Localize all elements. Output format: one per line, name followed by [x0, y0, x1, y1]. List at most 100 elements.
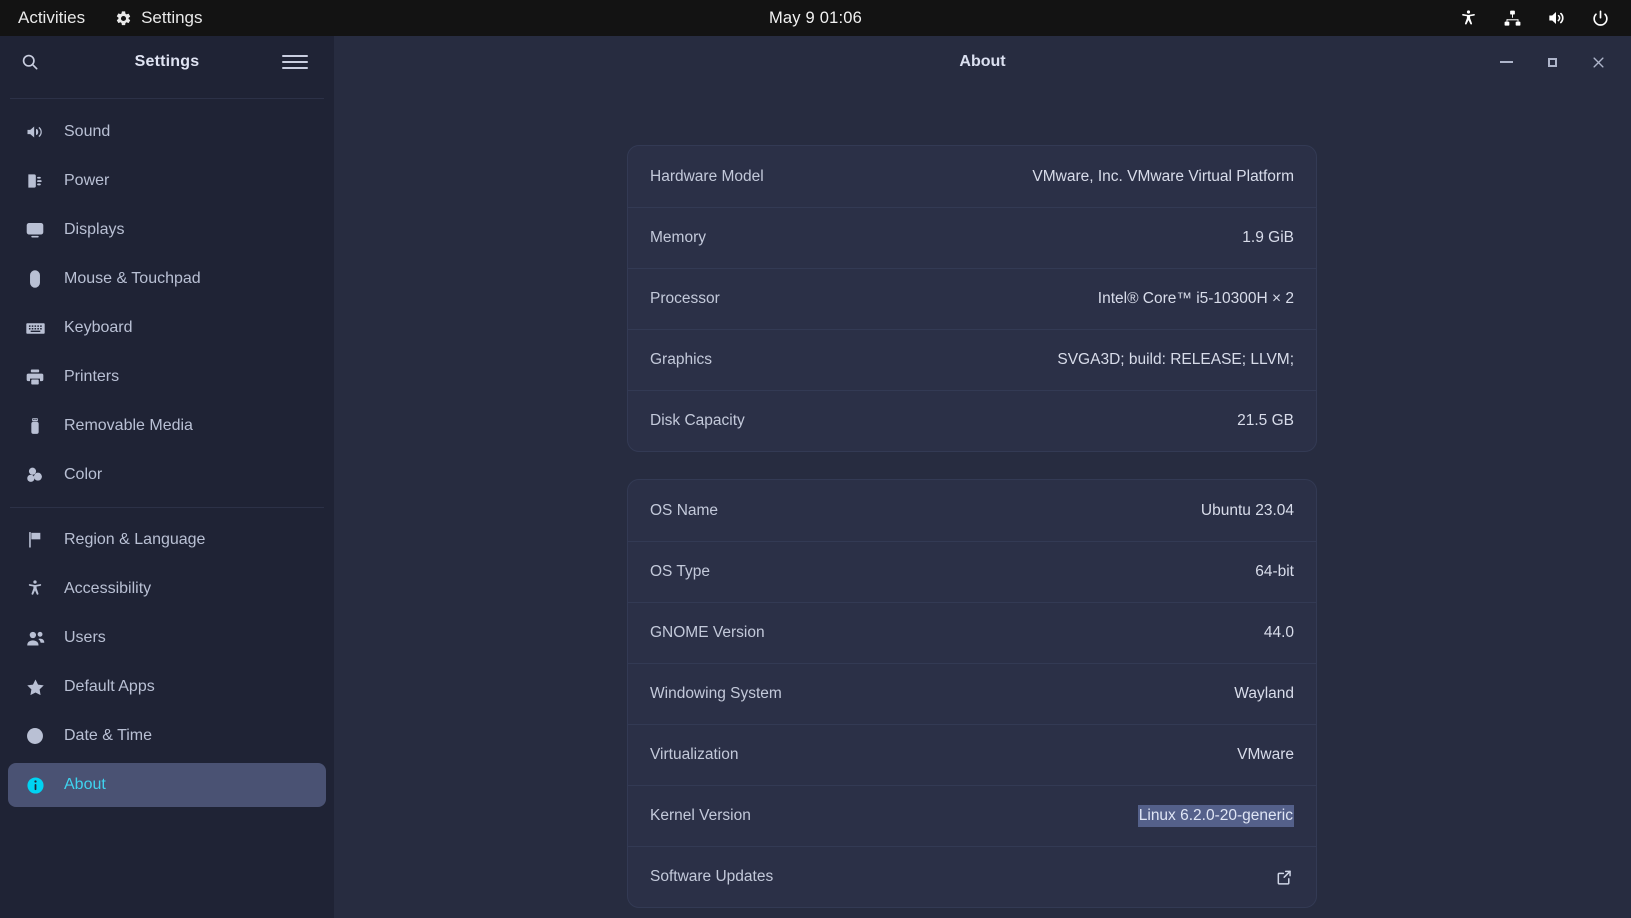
row-value[interactable]: 1.9 GiB: [1242, 229, 1294, 247]
close-button[interactable]: [1583, 47, 1613, 77]
flag-icon: [24, 529, 46, 551]
row-value[interactable]: Wayland: [1234, 685, 1294, 703]
table-row: Windowing System Wayland: [628, 663, 1316, 724]
sound-icon: [24, 121, 46, 143]
row-key: OS Type: [650, 563, 711, 580]
table-row-software-updates[interactable]: Software Updates: [628, 846, 1316, 907]
sidebar-item-label: Accessibility: [64, 580, 152, 597]
table-row: Virtualization VMware: [628, 724, 1316, 785]
row-value-selected[interactable]: Linux 6.2.0-20-generic: [1137, 805, 1294, 827]
accessibility-icon[interactable]: [1457, 7, 1479, 29]
table-row: OS Type 64-bit: [628, 541, 1316, 602]
maximize-icon: [1547, 57, 1557, 67]
row-value[interactable]: SVGA3D; build: RELEASE; LLVM;: [1057, 351, 1294, 369]
about-window: About Hardware Model VMware, Inc. VMware…: [334, 36, 1631, 918]
desktop-screen: Activities Settings May 9 01:06 Settings…: [0, 0, 1631, 918]
clock-icon: [24, 725, 46, 747]
row-value[interactable]: Ubuntu 23.04: [1201, 502, 1294, 520]
sidebar-item-label: Color: [64, 466, 103, 483]
row-key: Processor: [650, 290, 720, 307]
sidebar-item-default-apps[interactable]: Default Apps: [8, 665, 326, 709]
sidebar-item-label: Printers: [64, 368, 120, 385]
network-icon[interactable]: [1501, 7, 1523, 29]
sidebar-group-divider: [10, 507, 324, 508]
power-icon[interactable]: [1589, 7, 1611, 29]
sidebar-item-power[interactable]: Power: [8, 159, 326, 203]
settings-sidebar: Settings Sound Power Displays Mouse & To…: [0, 36, 334, 918]
sidebar-item-region-language[interactable]: Region & Language: [8, 518, 326, 562]
row-value[interactable]: VMware, Inc. VMware Virtual Platform: [1032, 168, 1294, 186]
sidebar-item-accessibility[interactable]: Accessibility: [8, 567, 326, 611]
app-menu-label: Settings: [141, 8, 203, 27]
power-plug-icon: [24, 170, 46, 192]
gnome-top-bar: Activities Settings May 9 01:06: [0, 0, 1631, 36]
sidebar-item-label: Mouse & Touchpad: [64, 270, 201, 287]
external-link-icon[interactable]: [1274, 867, 1294, 887]
sidebar-item-mouse-touchpad[interactable]: Mouse & Touchpad: [8, 257, 326, 301]
mouse-icon: [24, 268, 46, 290]
row-value[interactable]: Intel® Core™ i5-10300H × 2: [1098, 290, 1294, 308]
sidebar-item-label: Date & Time: [64, 727, 153, 744]
color-icon: [24, 464, 46, 486]
sidebar-item-label: Users: [64, 629, 106, 646]
clock[interactable]: May 9 01:06: [0, 9, 1631, 28]
row-value[interactable]: 21.5 GB: [1237, 412, 1294, 430]
sidebar-item-keyboard[interactable]: Keyboard: [8, 306, 326, 350]
printer-icon: [24, 366, 46, 388]
table-row: OS Name Ubuntu 23.04: [628, 480, 1316, 541]
row-value[interactable]: 44.0: [1264, 624, 1294, 642]
sidebar-item-label: Removable Media: [64, 417, 193, 434]
sidebar-item-sound[interactable]: Sound: [8, 110, 326, 154]
minimize-icon: [1499, 61, 1513, 63]
activities-label: Activities: [18, 8, 86, 27]
activities-button[interactable]: Activities: [0, 0, 101, 36]
sidebar-item-label: Sound: [64, 123, 111, 140]
status-area[interactable]: [1457, 0, 1621, 36]
sidebar-item-displays[interactable]: Displays: [8, 208, 326, 252]
sidebar-item-removable-media[interactable]: Removable Media: [8, 404, 326, 448]
row-key: Windowing System: [650, 685, 782, 702]
sidebar-item-label: About: [64, 776, 106, 793]
close-icon: [1592, 56, 1604, 68]
sidebar-item-color[interactable]: Color: [8, 453, 326, 497]
sidebar-item-about[interactable]: About: [8, 763, 326, 807]
page-title: About: [959, 53, 1006, 70]
table-row: Memory 1.9 GiB: [628, 207, 1316, 268]
table-row: Hardware Model VMware, Inc. VMware Virtu…: [628, 146, 1316, 207]
row-key: Memory: [650, 229, 706, 246]
row-key: Graphics: [650, 351, 713, 368]
sidebar-item-label: Displays: [64, 221, 125, 238]
sidebar-item-list: Sound Power Displays Mouse & Touchpad Ke…: [0, 99, 334, 807]
row-value[interactable]: VMware: [1237, 746, 1294, 764]
row-key: OS Name: [650, 501, 719, 519]
row-key: Virtualization: [650, 746, 739, 763]
hamburger-menu-icon[interactable]: [282, 49, 308, 75]
star-icon: [24, 676, 46, 698]
keyboard-icon: [24, 317, 46, 339]
window-titlebar: About: [334, 36, 1631, 88]
table-row: Disk Capacity 21.5 GB: [628, 390, 1316, 451]
sidebar-item-label: Power: [64, 172, 110, 189]
display-icon: [24, 219, 46, 241]
table-row-kernel-version: Kernel Version Linux 6.2.0-20-generic: [628, 785, 1316, 846]
minimize-button[interactable]: [1491, 47, 1521, 77]
sidebar-item-date-time[interactable]: Date & Time: [8, 714, 326, 758]
volume-icon[interactable]: [1545, 7, 1567, 29]
gear-icon: [115, 10, 132, 27]
sidebar-header: Settings: [0, 36, 334, 88]
row-key: Hardware Model: [650, 167, 764, 185]
row-key: Kernel Version: [650, 807, 751, 824]
sidebar-item-label: Default Apps: [64, 678, 155, 695]
app-menu-settings[interactable]: Settings: [101, 0, 216, 36]
info-icon: [24, 774, 46, 796]
table-row: GNOME Version 44.0: [628, 602, 1316, 663]
accessibility-icon: [24, 578, 46, 600]
maximize-button[interactable]: [1537, 47, 1567, 77]
os-info-card: OS Name Ubuntu 23.04 OS Type 64-bit GNOM…: [627, 479, 1317, 908]
sidebar-item-users[interactable]: Users: [8, 616, 326, 660]
row-key: Disk Capacity: [650, 412, 745, 429]
window-controls: [1491, 36, 1613, 88]
row-value[interactable]: 64-bit: [1255, 563, 1294, 581]
table-row: Graphics SVGA3D; build: RELEASE; LLVM;: [628, 329, 1316, 390]
sidebar-item-printers[interactable]: Printers: [8, 355, 326, 399]
